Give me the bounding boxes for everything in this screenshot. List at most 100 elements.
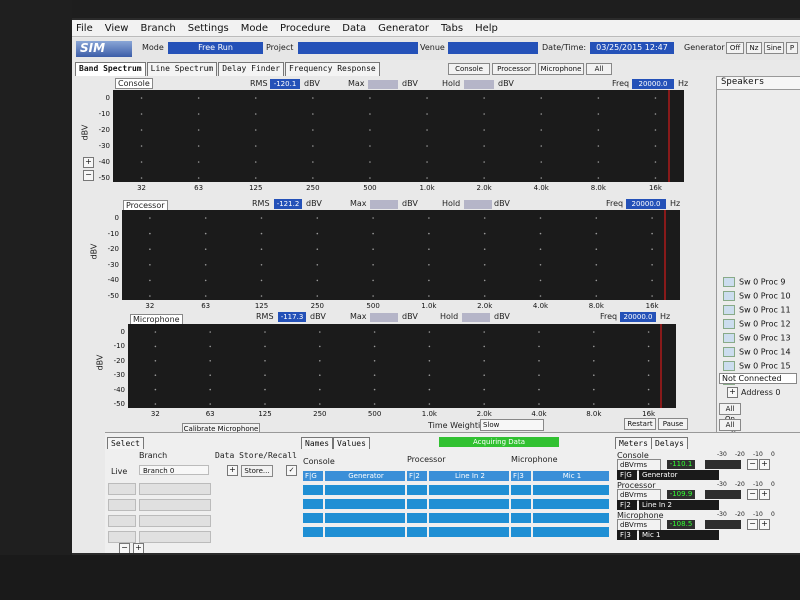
meter-increase-button[interactable]: + (759, 459, 770, 470)
branch-row[interactable] (108, 483, 136, 495)
processor-tag-cell[interactable]: F|2 (407, 471, 427, 481)
branch-row[interactable] (108, 515, 136, 527)
generator-off-button[interactable]: Off (726, 42, 744, 54)
speaker-item[interactable]: Sw 0 Proc 13 (723, 333, 800, 345)
speaker-item[interactable]: Sw 0 Proc 15 (723, 361, 800, 373)
routing-cell[interactable] (429, 485, 509, 495)
meter-decrease-button[interactable]: − (747, 459, 758, 470)
pause-button[interactable]: Pause (658, 418, 688, 430)
branch-select[interactable] (139, 531, 211, 543)
grid-dot (426, 113, 428, 115)
spectrum-plot-microphone[interactable] (128, 324, 676, 408)
tab-band-spectrum[interactable]: Band Spectrum (75, 62, 146, 76)
live-checkbox[interactable]: ✓ (286, 465, 297, 476)
menu-generator[interactable]: Generator (378, 23, 429, 34)
source-all-button[interactable]: All (586, 63, 612, 75)
menu-branch[interactable]: Branch (140, 23, 175, 34)
branch-row[interactable] (108, 531, 136, 543)
project-field[interactable] (298, 42, 418, 54)
venue-field[interactable] (448, 42, 538, 54)
spectrum-plot-processor[interactable] (122, 210, 680, 300)
menu-file[interactable]: File (76, 23, 93, 34)
routing-cell[interactable] (511, 485, 531, 495)
menu-help[interactable]: Help (475, 23, 498, 34)
routing-cell[interactable] (511, 527, 531, 537)
branch-add-button[interactable]: + (133, 543, 144, 553)
speaker-item[interactable]: Sw 0 Proc 9 (723, 277, 800, 289)
source-microphone-button[interactable]: Microphone (538, 63, 584, 75)
routing-cell[interactable] (429, 527, 509, 537)
mic-source-cell[interactable]: Mic 1 (533, 471, 609, 481)
routing-cell[interactable] (407, 527, 427, 537)
store-button[interactable]: Store... (241, 465, 273, 477)
console-source-cell[interactable]: Generator (325, 471, 405, 481)
meter-decrease-button[interactable]: − (747, 489, 758, 500)
menu-data[interactable]: Data (342, 23, 366, 34)
routing-cell[interactable] (533, 499, 609, 509)
tab-select[interactable]: Select (107, 437, 144, 449)
routing-cell[interactable] (303, 485, 323, 495)
mode-field[interactable]: Free Run (168, 42, 263, 54)
routing-cell[interactable] (303, 527, 323, 537)
tab-delays[interactable]: Delays (651, 437, 688, 449)
spectrum-plot-console[interactable] (113, 90, 684, 182)
tab-names[interactable]: Names (301, 437, 334, 449)
routing-cell[interactable] (303, 499, 323, 509)
speaker-item[interactable]: Sw 0 Proc 14 (723, 347, 800, 359)
store-add-button[interactable]: + (227, 465, 238, 476)
routing-cell[interactable] (407, 499, 427, 509)
time-weighting-select[interactable]: Slow (480, 419, 544, 431)
tab-delay-finder[interactable]: Delay Finder (218, 62, 285, 76)
tab-frequency-response[interactable]: Frequency Response (285, 62, 380, 76)
routing-cell[interactable] (511, 499, 531, 509)
meter-increase-button[interactable]: + (759, 519, 770, 530)
routing-cell[interactable] (429, 513, 509, 523)
freq-value[interactable]: 20000.0 (620, 312, 656, 322)
routing-cell[interactable] (325, 499, 405, 509)
freq-value[interactable]: 20000.0 (632, 79, 674, 89)
all-off-button[interactable]: All Off (719, 419, 741, 439)
routing-cell[interactable] (325, 527, 405, 537)
menu-procedure[interactable]: Procedure (280, 23, 330, 34)
routing-cell[interactable] (407, 485, 427, 495)
menu-settings[interactable]: Settings (188, 23, 229, 34)
console-tag-cell[interactable]: F|G (303, 471, 323, 481)
branch-select[interactable] (139, 483, 211, 495)
meter-decrease-button[interactable]: − (747, 519, 758, 530)
generator-sine-button[interactable]: Sine (764, 42, 784, 54)
restart-button[interactable]: Restart (624, 418, 656, 430)
branch-select[interactable] (139, 515, 211, 527)
branch-remove-button[interactable]: − (119, 543, 130, 553)
processor-source-cell[interactable]: Line In 2 (429, 471, 509, 481)
routing-cell[interactable] (533, 527, 609, 537)
freq-value[interactable]: 20000.0 (626, 199, 666, 209)
all-on-button[interactable]: All On (719, 403, 741, 423)
routing-cell[interactable] (429, 499, 509, 509)
menu-tabs[interactable]: Tabs (441, 23, 463, 34)
routing-cell[interactable] (533, 485, 609, 495)
generator-noise-button[interactable]: Nz (746, 42, 762, 54)
routing-cell[interactable] (303, 513, 323, 523)
routing-cell[interactable] (533, 513, 609, 523)
speaker-item[interactable]: Sw 0 Proc 10 (723, 291, 800, 303)
branch-select[interactable] (139, 499, 211, 511)
menu-view[interactable]: View (105, 23, 129, 34)
source-processor-button[interactable]: Processor (492, 63, 536, 75)
routing-cell[interactable] (325, 513, 405, 523)
branch-select[interactable]: Branch 0 (139, 465, 209, 475)
tab-values[interactable]: Values (333, 437, 370, 449)
tab-meters[interactable]: Meters (615, 437, 652, 449)
speaker-item[interactable]: Sw 0 Proc 11 (723, 305, 800, 317)
branch-row[interactable] (108, 499, 136, 511)
meter-increase-button[interactable]: + (759, 489, 770, 500)
source-console-button[interactable]: Console (448, 63, 490, 75)
speaker-item[interactable]: Sw 0 Proc 12 (723, 319, 800, 331)
generator-p-button[interactable]: P (786, 42, 798, 54)
menu-mode[interactable]: Mode (241, 23, 268, 34)
routing-cell[interactable] (407, 513, 427, 523)
routing-cell[interactable] (325, 485, 405, 495)
mic-tag-cell[interactable]: F|3 (511, 471, 531, 481)
address-add-button[interactable]: + (727, 387, 738, 398)
routing-cell[interactable] (511, 513, 531, 523)
tab-line-spectrum[interactable]: Line Spectrum (146, 62, 218, 76)
